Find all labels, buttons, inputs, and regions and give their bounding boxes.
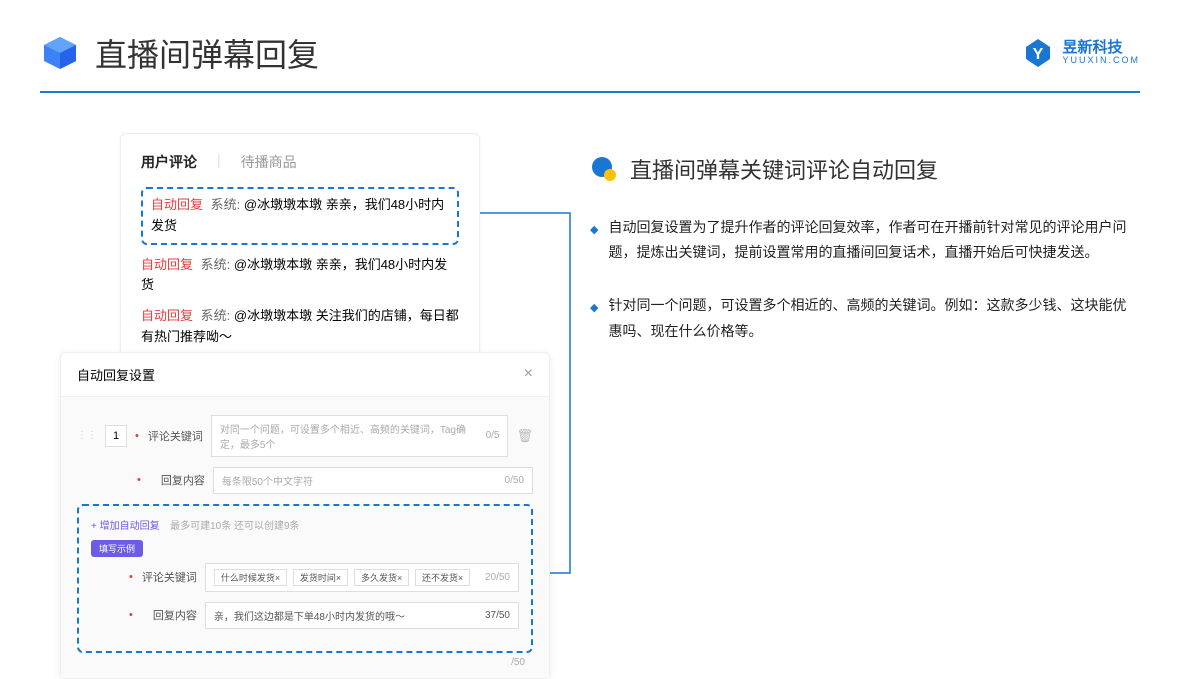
keyword-row: ⋮⋮ 1 • 评论关键词 对同一个问题，可设置多个相近、高频的关键词，Tag确定…: [77, 415, 533, 457]
drag-handle-icon[interactable]: ⋮⋮: [77, 430, 97, 441]
auto-reply-label: 自动回复: [151, 197, 203, 212]
auto-reply-label: 自动回复: [141, 257, 193, 272]
svg-text:Y: Y: [1033, 46, 1044, 63]
example-content-text: 亲，我们这边都是下单48小时内发货的哦～: [214, 608, 405, 623]
comment-panel: 用户评论 | 待播商品 自动回复 系统: @冰墩墩本墩 亲亲，我们48小时内发货…: [120, 133, 480, 377]
tag[interactable]: 还不发货×: [415, 569, 470, 586]
brand-logo: Y 昱新科技 YUUXIN.COM: [1022, 37, 1140, 69]
example-content-input[interactable]: 亲，我们这边都是下单48小时内发货的哦～ 37/50: [205, 602, 519, 629]
bullet-item: ◆ 针对同一个问题，可设置多个相近的、高频的关键词。例如：这款多少钱、这块能优惠…: [590, 293, 1130, 343]
screenshots-column: 用户评论 | 待播商品 自动回复 系统: @冰墩墩本墩 亲亲，我们48小时内发货…: [60, 133, 550, 679]
example-content-count: 37/50: [485, 610, 510, 621]
diamond-icon: ◆: [590, 221, 598, 265]
required-dot: •: [135, 430, 139, 442]
content-count: 0/50: [505, 475, 524, 486]
bullet-text: 针对同一个问题，可设置多个相近的、高频的关键词。例如：这款多少钱、这块能优惠吗、…: [608, 293, 1130, 343]
keyword-label: 评论关键词: [147, 428, 203, 444]
content-placeholder: 每条限50个中文字符: [222, 473, 313, 488]
logo-cn-text: 昱新科技: [1062, 40, 1140, 57]
content-input[interactable]: 每条限50个中文字符 0/50: [213, 467, 533, 494]
section-header: 直播间弹幕关键词评论自动回复: [590, 153, 1130, 185]
example-panel: + 增加自动回复 最多可建10条 还可以创建9条 填写示例 • 评论关键词 什么…: [77, 504, 533, 653]
settings-panel: 自动回复设置 × ⋮⋮ 1 • 评论关键词 对同一个问题，可设置多个相近、高频的…: [60, 352, 550, 679]
keyword-input[interactable]: 对同一个问题，可设置多个相近、高频的关键词，Tag确定，最多5个 0/5: [211, 415, 509, 457]
keyword-placeholder: 对同一个问题，可设置多个相近、高频的关键词，Tag确定，最多5个: [220, 421, 486, 451]
bullet-item: ◆ 自动回复设置为了提升作者的评论回复效率，作者可在开播前针对常见的评论用户问题…: [590, 215, 1130, 265]
example-badge: 填写示例: [91, 540, 143, 557]
logo-en-text: YUUXIN.COM: [1062, 56, 1140, 66]
section-title: 直播间弹幕关键词评论自动回复: [630, 153, 938, 185]
tab-user-comments[interactable]: 用户评论: [141, 152, 197, 172]
tags-container: 什么时候发货× 发货时间× 多久发货× 还不发货×: [214, 569, 473, 586]
example-content-row: • 回复内容 亲，我们这边都是下单48小时内发货的哦～ 37/50: [91, 602, 519, 629]
example-content-label: 回复内容: [141, 607, 197, 623]
tag[interactable]: 多久发货×: [354, 569, 409, 586]
keyword-count: 0/5: [486, 430, 500, 441]
page-header: 直播间弹幕回复 Y 昱新科技 YUUXIN.COM: [0, 0, 1180, 91]
example-keyword-row: • 评论关键词 什么时候发货× 发货时间× 多久发货× 还不发货× 20/50: [91, 563, 519, 592]
bullet-text: 自动回复设置为了提升作者的评论回复效率，作者可在开播前针对常见的评论用户问题，提…: [608, 215, 1130, 265]
tag[interactable]: 发货时间×: [293, 569, 348, 586]
index-box: 1: [105, 425, 127, 447]
page-title: 直播间弹幕回复: [95, 30, 319, 76]
required-dot: •: [137, 474, 141, 486]
trash-icon[interactable]: 🗑: [516, 428, 533, 444]
settings-title: 自动回复设置: [77, 365, 155, 384]
required-dot: •: [129, 571, 133, 583]
tab-divider: |: [217, 152, 221, 172]
auto-reply-label: 自动回复: [141, 308, 193, 323]
highlighted-comment: 自动回复 系统: @冰墩墩本墩 亲亲，我们48小时内发货: [141, 187, 459, 245]
example-kw-input[interactable]: 什么时候发货× 发货时间× 多久发货× 还不发货× 20/50: [205, 563, 519, 592]
system-label: 系统:: [201, 308, 231, 323]
tag-count: 20/50: [485, 572, 510, 583]
content-row: • 回复内容 每条限50个中文字符 0/50: [77, 467, 533, 494]
settings-header: 自动回复设置 ×: [61, 353, 549, 397]
required-dot: •: [129, 609, 133, 621]
chat-bubble-icon: [590, 155, 618, 183]
system-label: 系统:: [211, 197, 241, 212]
logo-icon: Y: [1022, 37, 1054, 69]
add-hint: 最多可建10条 还可以创建9条: [170, 521, 299, 532]
comment-row: 自动回复 系统: @冰墩墩本墩 亲亲，我们48小时内发货: [151, 195, 449, 237]
system-label: 系统:: [201, 257, 231, 272]
comment-row: 自动回复 系统: @冰墩墩本墩 亲亲，我们48小时内发货: [141, 255, 459, 297]
diamond-icon: ◆: [590, 299, 598, 343]
close-icon[interactable]: ×: [524, 365, 533, 383]
comment-row: 自动回复 系统: @冰墩墩本墩 关注我们的店铺，每日都有热门推荐呦～: [141, 306, 459, 348]
add-auto-reply-link[interactable]: + 增加自动回复: [91, 521, 160, 532]
tab-pending-products[interactable]: 待播商品: [241, 152, 297, 172]
example-kw-label: 评论关键词: [141, 569, 197, 585]
cube-icon: [40, 33, 80, 73]
bottom-count: /50: [77, 653, 533, 668]
description-column: 直播间弹幕关键词评论自动回复 ◆ 自动回复设置为了提升作者的评论回复效率，作者可…: [590, 133, 1130, 679]
content-label: 回复内容: [149, 472, 205, 488]
tabs: 用户评论 | 待播商品: [141, 152, 459, 172]
tag[interactable]: 什么时候发货×: [214, 569, 287, 586]
